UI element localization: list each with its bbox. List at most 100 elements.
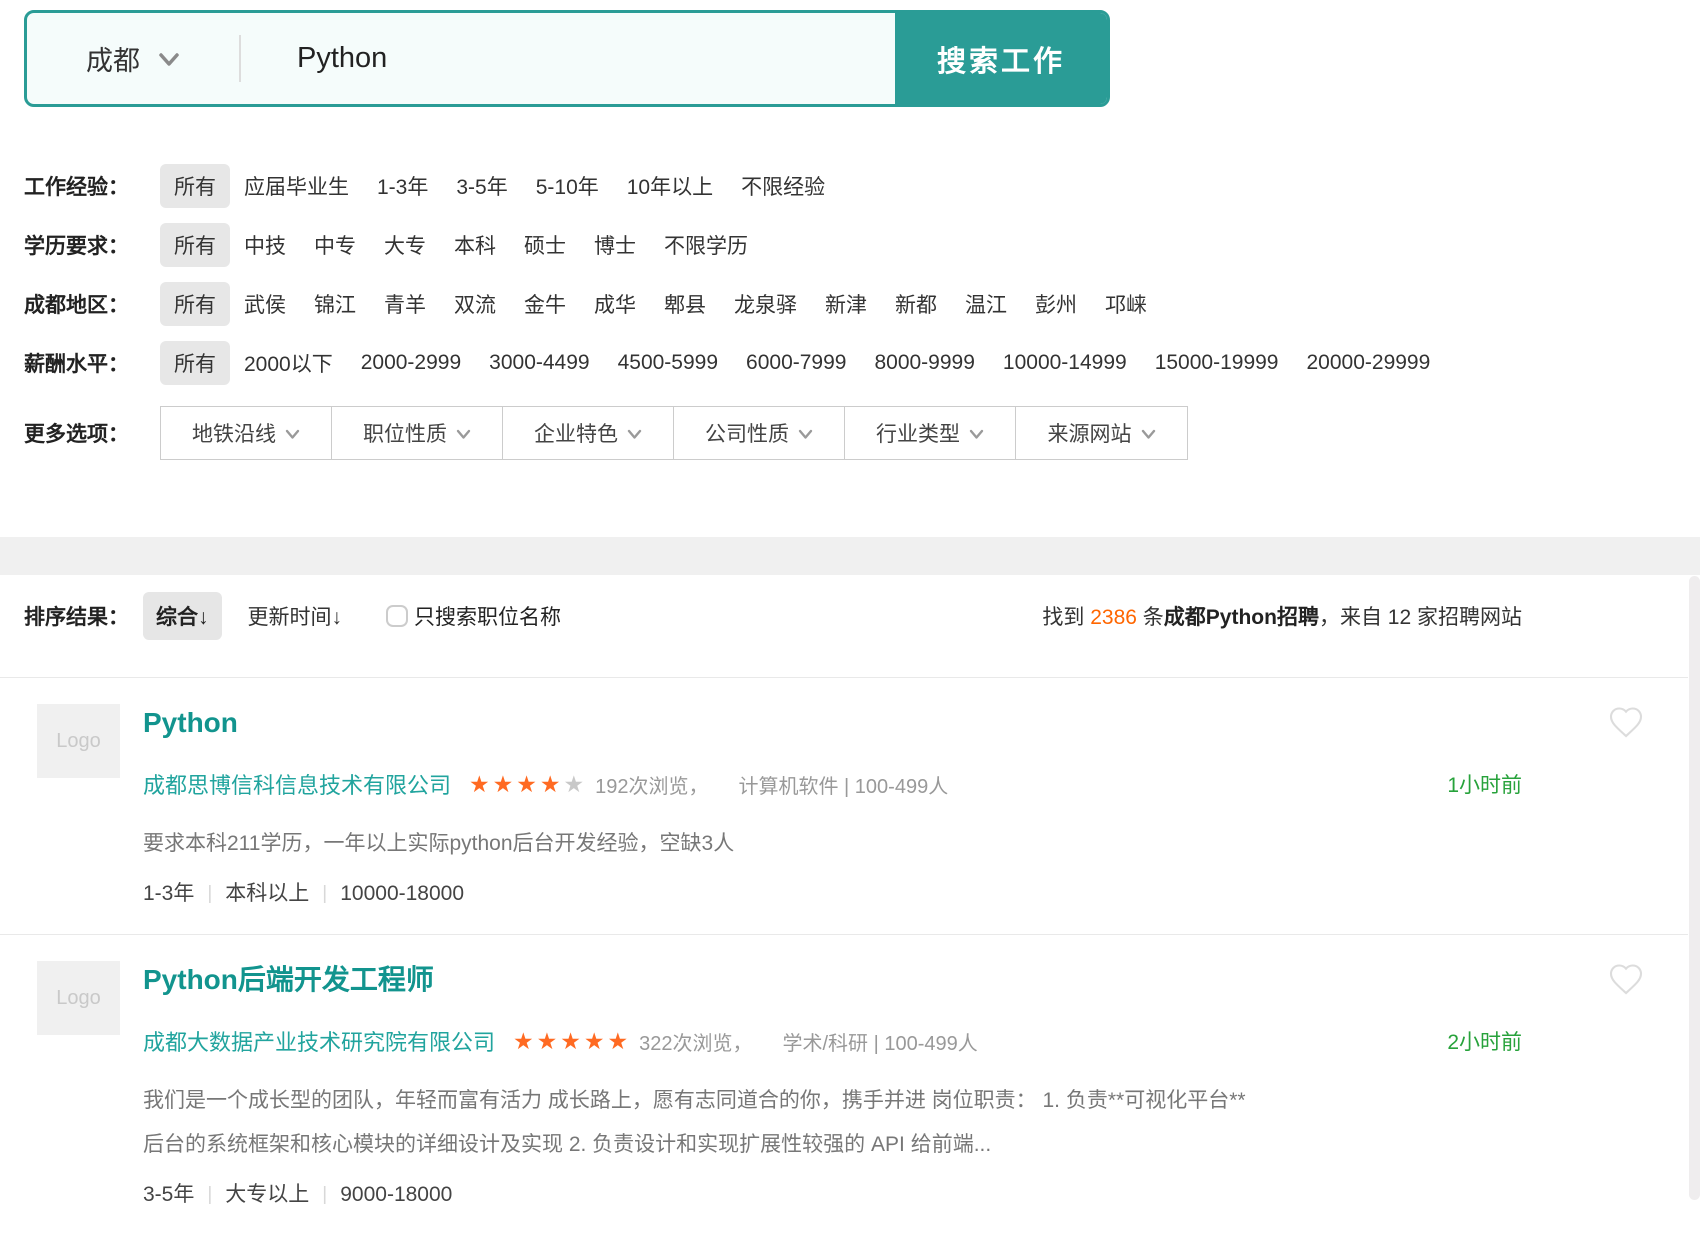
company-link[interactable]: 成都大数据产业技术研究院有限公司 — [143, 1025, 495, 1057]
dropdown[interactable]: 职位性质 — [332, 407, 503, 459]
filter-option[interactable]: 硕士 — [510, 223, 580, 267]
chevron-down-icon — [456, 429, 471, 440]
dropdown[interactable]: 企业特色 — [503, 407, 674, 459]
dropdown-label: 职位性质 — [363, 418, 447, 448]
filter-option[interactable]: 20000-29999 — [1293, 344, 1445, 382]
filter-option[interactable]: 新津 — [811, 282, 881, 326]
filter-option[interactable]: 本科 — [440, 223, 510, 267]
filter-label-salary: 薪酬水平： — [24, 348, 160, 378]
filter-option[interactable]: 所有 — [160, 164, 230, 208]
rating-stars: ★★★★★ — [469, 771, 587, 798]
filter-options-experience: 所有应届毕业生1-3年3-5年5-10年10年以上不限经验 — [160, 164, 839, 208]
section-divider-band — [0, 537, 1700, 575]
filter-option[interactable]: 金牛 — [510, 282, 580, 326]
result-count: 2386 — [1090, 606, 1137, 629]
filter-label-experience: 工作经验： — [24, 171, 160, 201]
chevron-down-icon — [627, 429, 642, 440]
filter-option[interactable]: 所有 — [160, 282, 230, 326]
more-options-dropdowns: 地铁沿线 职位性质 企业特色 公司性质 行业类型 — [160, 406, 1188, 460]
filter-option[interactable]: 3000-4499 — [475, 344, 603, 382]
star-empty-icons: ★ — [564, 771, 588, 797]
filter-options-education: 所有中技中专大专本科硕士博士不限学历 — [160, 223, 762, 267]
filter-option[interactable]: 所有 — [160, 223, 230, 267]
filter-label-more-options: 更多选项： — [24, 418, 160, 448]
separator: | — [322, 1181, 327, 1209]
filter-label-education: 学历要求： — [24, 230, 160, 260]
filter-option[interactable]: 成华 — [580, 282, 650, 326]
scrollbar[interactable] — [1689, 576, 1700, 1200]
result-suffix: ，来自 12 家招聘网站 — [1319, 606, 1522, 629]
filter-option[interactable]: 10000-14999 — [989, 344, 1141, 382]
job-description-line: 后台的系统框架和核心模块的详细设计及实现 2. 负责设计和实现扩展性较强的 AP… — [143, 1123, 1522, 1167]
favorite-heart-icon[interactable] — [1607, 704, 1645, 740]
filter-option[interactable]: 青羊 — [370, 282, 440, 326]
job-experience: 1-3年 — [143, 880, 194, 908]
dropdown[interactable]: 公司性质 — [674, 407, 845, 459]
job-title-link[interactable]: Python后端开发工程师 — [143, 961, 434, 999]
job-meta: 1-3年 | 本科以上 | 10000-18000 — [143, 880, 1522, 908]
dropdown[interactable]: 地铁沿线 — [161, 407, 332, 459]
company-link[interactable]: 成都思博信科信息技术有限公司 — [143, 768, 451, 800]
city-selector[interactable]: 成都 — [27, 13, 239, 104]
checkbox-label[interactable]: 只搜索职位名称 — [414, 601, 561, 631]
job-list: Logo Python 成都思博信科信息技术有限公司 ★★★★★ 192次浏览，… — [0, 677, 1688, 1235]
job-experience: 3-5年 — [143, 1181, 194, 1209]
search-input[interactable] — [241, 13, 895, 104]
star-filled-icons: ★★★★★ — [513, 1028, 631, 1054]
result-mid: 条 — [1137, 606, 1164, 629]
job-salary: 9000-18000 — [340, 1181, 452, 1209]
filter-option[interactable]: 龙泉驿 — [720, 282, 811, 326]
filter-option[interactable]: 邛崃 — [1091, 282, 1161, 326]
company-row: 成都大数据产业技术研究院有限公司 ★★★★★ 322次浏览， 学术/科研 | 1… — [143, 1025, 1522, 1057]
filter-option[interactable]: 锦江 — [300, 282, 370, 326]
filter-option[interactable]: 中技 — [230, 223, 300, 267]
checkbox-job-title-only[interactable] — [386, 605, 408, 627]
filter-option[interactable]: 4500-5999 — [604, 344, 732, 382]
dropdown[interactable]: 来源网站 — [1016, 407, 1187, 459]
filter-option[interactable]: 郫县 — [650, 282, 720, 326]
star-filled-icons: ★★★★ — [469, 771, 563, 797]
result-stats: 找到 2386 条成都Python招聘，来自 12 家招聘网站 — [1042, 601, 1522, 631]
sort-comprehensive-button[interactable]: 综合↓ — [143, 592, 222, 640]
chevron-down-icon — [969, 429, 984, 440]
filter-option[interactable]: 10年以上 — [613, 164, 727, 208]
filter-option[interactable]: 不限经验 — [727, 164, 839, 208]
dropdown-label: 行业类型 — [876, 418, 960, 448]
search-bar: 成都 搜索工作 — [24, 10, 1110, 107]
job-card: Logo Python 成都思博信科信息技术有限公司 ★★★★★ 192次浏览，… — [0, 677, 1688, 934]
filter-option[interactable]: 双流 — [440, 282, 510, 326]
filter-option[interactable]: 温江 — [951, 282, 1021, 326]
filter-option[interactable]: 大专 — [370, 223, 440, 267]
job-description: 我们是一个成长型的团队，年轻而富有活力 成长路上，愿有志同道合的你，携手并进 岗… — [143, 1079, 1522, 1167]
filter-option[interactable]: 新都 — [881, 282, 951, 326]
filter-option[interactable]: 应届毕业生 — [230, 164, 363, 208]
sort-label: 排序结果： — [24, 601, 129, 631]
filter-option[interactable]: 3-5年 — [442, 164, 521, 208]
filter-option[interactable]: 2000-2999 — [347, 344, 475, 382]
filter-option[interactable]: 不限学历 — [650, 223, 762, 267]
dropdown[interactable]: 行业类型 — [845, 407, 1016, 459]
job-card: Logo Python后端开发工程师 成都大数据产业技术研究院有限公司 ★★★★… — [0, 934, 1688, 1235]
filter-option[interactable]: 1-3年 — [363, 164, 442, 208]
filter-option[interactable]: 彭州 — [1021, 282, 1091, 326]
result-prefix: 找到 — [1042, 606, 1090, 629]
filter-option[interactable]: 所有 — [160, 341, 230, 385]
filter-option[interactable]: 武侯 — [230, 282, 300, 326]
filter-option[interactable]: 15000-19999 — [1141, 344, 1293, 382]
dropdown-label: 公司性质 — [705, 418, 789, 448]
filter-option[interactable]: 5-10年 — [522, 164, 613, 208]
separator: | — [322, 880, 327, 908]
dropdown-label: 企业特色 — [534, 418, 618, 448]
filter-option[interactable]: 中专 — [300, 223, 370, 267]
favorite-heart-icon[interactable] — [1607, 961, 1645, 997]
job-description-line: 我们是一个成长型的团队，年轻而富有活力 成长路上，愿有志同道合的你，携手并进 岗… — [143, 1079, 1522, 1123]
filter-option[interactable]: 6000-7999 — [732, 344, 860, 382]
filter-option[interactable]: 博士 — [580, 223, 650, 267]
filter-option[interactable]: 2000以下 — [230, 341, 347, 385]
filter-row-salary: 薪酬水平： 所有2000以下2000-29993000-44994500-599… — [24, 333, 1700, 392]
filter-label-district: 成都地区： — [24, 289, 160, 319]
filter-option[interactable]: 8000-9999 — [860, 344, 988, 382]
job-title-link[interactable]: Python — [143, 704, 238, 742]
search-button[interactable]: 搜索工作 — [895, 13, 1107, 104]
sort-update-time-button[interactable]: 更新时间↓ — [248, 601, 343, 631]
